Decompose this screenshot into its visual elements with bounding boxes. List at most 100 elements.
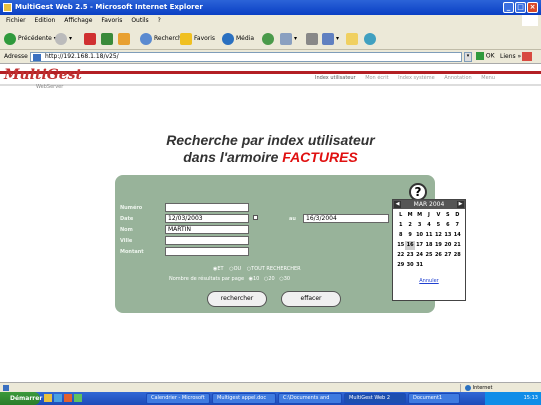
option-tout-rechercher[interactable]: ○TOUT RECHERCHER (247, 266, 301, 272)
window-title-bar: MultiGest Web 2.5 - Microsoft Internet E… (0, 0, 541, 15)
calendar-day[interactable]: 31 (415, 261, 424, 270)
nav-index-utilisateur[interactable]: Index utilisateur (315, 75, 356, 81)
calendar-day[interactable]: 19 (434, 241, 443, 250)
zone-indicator: Internet (460, 384, 540, 392)
clear-button[interactable]: effacer (281, 291, 341, 307)
date-from-calendar-icon[interactable] (253, 215, 258, 220)
search-button-form[interactable]: rechercher (207, 291, 267, 307)
calendar-day[interactable]: 10 (415, 231, 424, 240)
calendar-day[interactable]: 14 (453, 231, 462, 240)
option-et[interactable]: ◉ET (213, 266, 224, 272)
calendar-day[interactable]: 29 (396, 261, 405, 270)
calendar-day[interactable]: 7 (453, 221, 462, 230)
messenger-button[interactable] (364, 32, 378, 45)
maximize-icon[interactable]: □ (515, 2, 526, 13)
start-button[interactable]: Démarrer (0, 392, 42, 405)
calendar-day[interactable]: 12 (434, 231, 443, 240)
quick-launch-media-icon[interactable] (64, 394, 72, 402)
quick-launch-folder-icon[interactable] (44, 394, 52, 402)
menu-help[interactable]: ? (158, 17, 161, 24)
stop-button[interactable] (84, 32, 98, 45)
folder-button[interactable] (346, 32, 360, 45)
status-bar: Internet (0, 382, 541, 392)
calendar-day[interactable]: 11 (424, 231, 433, 240)
calendar-day[interactable]: 3 (415, 221, 424, 230)
quick-launch-ie-icon[interactable] (54, 394, 62, 402)
calendar-day[interactable]: 9 (405, 231, 414, 240)
results-option-10[interactable]: ◉10 (249, 276, 260, 282)
favorites-button[interactable]: Favoris (180, 32, 215, 45)
calendar-day[interactable]: 16 (405, 241, 415, 250)
edit-button[interactable]: ▾ (322, 32, 339, 45)
nav-annotation[interactable]: Annotation (444, 75, 471, 81)
go-button[interactable]: OK (476, 52, 495, 60)
links-button[interactable]: Liens » (500, 53, 521, 60)
numero-input[interactable] (165, 203, 249, 212)
address-dropdown-icon[interactable]: ▾ (464, 52, 472, 62)
nom-input[interactable]: MARTIN (165, 225, 249, 234)
menu-favoris[interactable]: Favoris (101, 17, 122, 24)
addon-icon[interactable] (522, 52, 532, 61)
date-from-input[interactable]: 12/03/2003 (165, 214, 249, 223)
menu-affichage[interactable]: Affichage (64, 17, 92, 24)
calendar-day[interactable]: 23 (405, 251, 414, 260)
calendar-day[interactable]: 4 (424, 221, 433, 230)
calendar-day[interactable]: 30 (405, 261, 414, 270)
calendar-day[interactable]: 1 (396, 221, 405, 230)
print-button[interactable] (306, 32, 320, 45)
calendar-day[interactable]: 26 (434, 251, 443, 260)
option-ou[interactable]: ○OU (229, 266, 241, 272)
calendar-day[interactable]: 24 (415, 251, 424, 260)
mail-button[interactable]: ▾ (280, 32, 297, 45)
results-option-30[interactable]: ○30 (279, 276, 290, 282)
search-mode-options: ◉ET ○OU ○TOUT RECHERCHER (213, 266, 301, 272)
calendar-day[interactable]: 17 (415, 241, 424, 250)
calendar-prev-icon[interactable]: ◀ (394, 201, 401, 208)
media-button[interactable]: Média (222, 32, 254, 45)
print-icon (306, 32, 318, 45)
back-button[interactable]: Précédente ▾ (4, 32, 57, 45)
calendar-day[interactable]: 8 (396, 231, 405, 240)
nav-mon-ecrit[interactable]: Mon écrit (365, 75, 388, 81)
montant-input[interactable] (165, 247, 249, 256)
calendar-day[interactable]: 21 (453, 241, 462, 250)
calendar-day[interactable]: 28 (453, 251, 462, 260)
task-multigest-web[interactable]: MultiGest Web 2 (344, 393, 406, 404)
task-documents[interactable]: C:\Documents and (278, 393, 342, 404)
calendar-day[interactable]: 15 (396, 241, 405, 250)
close-icon[interactable]: × (527, 2, 538, 13)
calendar-day[interactable]: 6 (443, 221, 452, 230)
menu-outils[interactable]: Outils (131, 17, 148, 24)
minimize-icon[interactable]: _ (503, 2, 514, 13)
forward-button[interactable]: ▾ (55, 32, 72, 45)
calendar-day[interactable]: 20 (443, 241, 452, 250)
calendar-cancel-link[interactable]: Annuler (393, 278, 465, 284)
calendar-day[interactable]: 22 (396, 251, 405, 260)
star-icon (180, 32, 192, 45)
ville-input[interactable] (165, 236, 249, 245)
calendar-day[interactable]: 27 (443, 251, 452, 260)
calendar-next-icon[interactable]: ▶ (457, 201, 464, 208)
task-document1[interactable]: Document1 (408, 393, 460, 404)
results-option-20[interactable]: ○20 (264, 276, 275, 282)
calendar-day[interactable]: 25 (424, 251, 433, 260)
menu-fichier[interactable]: Fichier (6, 17, 26, 24)
address-input[interactable]: http://192.168.1.18/v25/ (30, 52, 462, 62)
calendar-day[interactable]: 18 (424, 241, 433, 250)
task-calendrier[interactable]: Calendrier - Microsoft (146, 393, 210, 404)
history-button[interactable] (262, 32, 276, 45)
home-button[interactable] (118, 32, 132, 45)
nav-index-systeme[interactable]: Index système (398, 75, 435, 81)
calendar-day[interactable]: 5 (434, 221, 443, 230)
menu-edition[interactable]: Edition (35, 17, 56, 24)
task-multigest-doc[interactable]: Multigest appel.doc (212, 393, 276, 404)
calendar-day[interactable]: 13 (443, 231, 452, 240)
results-per-page-label: Nombre de résultats par page (169, 276, 245, 282)
refresh-button[interactable] (101, 32, 115, 45)
nav-menu[interactable]: Menu (481, 75, 495, 81)
quick-launch-desktop-icon[interactable] (74, 394, 82, 402)
calendar-day[interactable]: 2 (405, 221, 414, 230)
date-to-input[interactable]: 16/3/2004 (303, 214, 389, 223)
calendar-weekday: V (436, 212, 441, 218)
home-icon (118, 32, 130, 45)
